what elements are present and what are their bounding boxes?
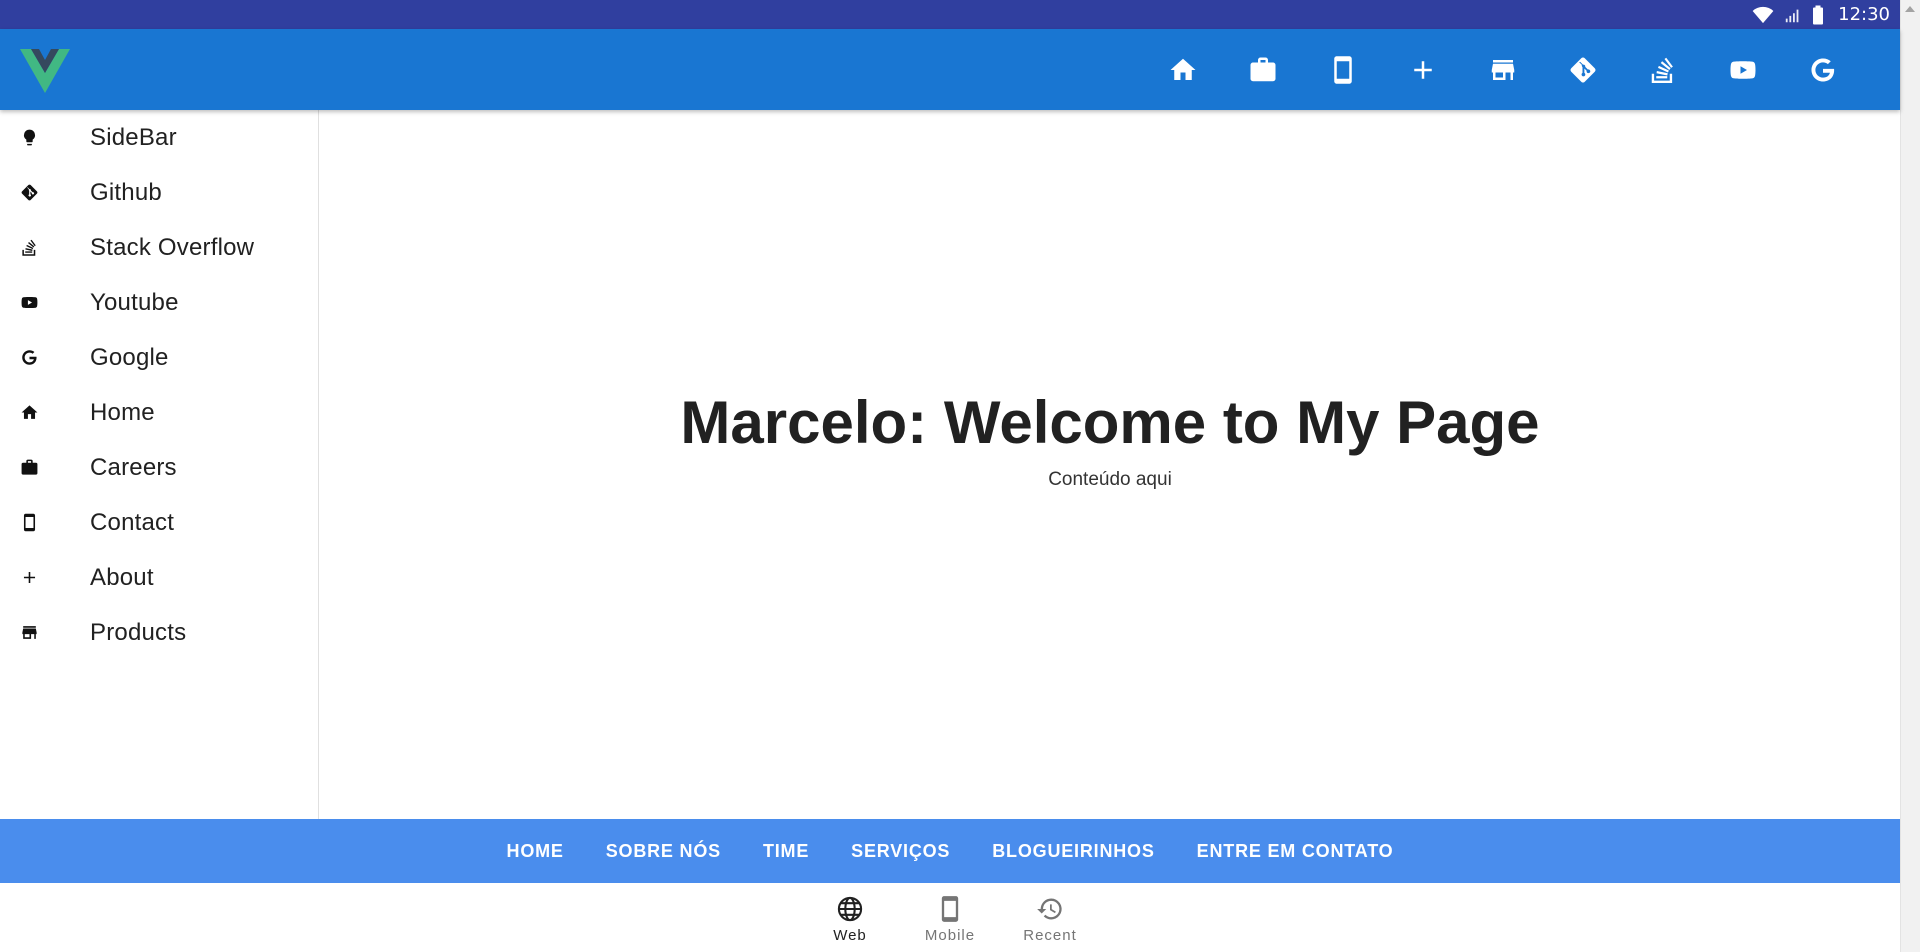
sidebar-item-label: Google	[90, 343, 169, 371]
plus-icon	[23, 571, 36, 584]
cellphone-icon	[941, 896, 959, 922]
app-bar	[0, 29, 1900, 110]
briefcase-icon	[21, 459, 38, 475]
app-bar-contact-button[interactable]	[1303, 40, 1383, 100]
sidebar-item-label: Products	[90, 618, 187, 646]
stack-overflow-icon	[1651, 57, 1673, 83]
sidebar-item-label: Careers	[90, 453, 177, 481]
history-icon	[1037, 898, 1062, 920]
app-bar-careers-button[interactable]	[1223, 40, 1303, 100]
bottom-nav-mobile[interactable]: Mobile	[900, 883, 1000, 952]
sidebar-item-label: About	[90, 563, 154, 591]
bottom-nav-label: Recent	[1023, 927, 1077, 944]
bottom-nav-label: Mobile	[924, 927, 976, 944]
sidebar-item-careers[interactable]: Careers	[0, 440, 318, 495]
battery-icon	[1813, 5, 1824, 24]
app-bar-github-button[interactable]	[1543, 40, 1623, 100]
signal-icon	[1785, 9, 1799, 22]
youtube-icon	[21, 296, 38, 309]
youtube-icon	[1730, 60, 1756, 79]
vue-logo[interactable]	[20, 49, 70, 93]
sidebar-item-label: Contact	[90, 508, 175, 536]
footer-link-home[interactable]: HOME	[486, 841, 585, 862]
footer-link-blogueirinhos[interactable]: BLOGUEIRINHOS	[971, 841, 1175, 862]
store-icon	[22, 626, 37, 639]
app-bar-google-button[interactable]	[1783, 40, 1863, 100]
app-bar-actions	[1143, 29, 1863, 110]
git-icon	[1570, 57, 1596, 82]
sidebar-item-label: Home	[90, 398, 155, 426]
footer-link-time[interactable]: TIME	[742, 841, 830, 862]
cellphone-icon	[23, 513, 36, 532]
sidebar-item-about[interactable]: About	[0, 550, 318, 605]
sidebar-item-contact[interactable]: Contact	[0, 495, 318, 550]
google-icon	[22, 350, 37, 365]
app-bar-products-button[interactable]	[1463, 40, 1543, 100]
plus-icon	[1414, 60, 1432, 79]
lightbulb-icon	[24, 129, 35, 146]
home-icon	[1170, 58, 1196, 80]
bottom-nav-label: Web	[833, 927, 867, 944]
sidebar-item-google[interactable]: Google	[0, 330, 318, 385]
clock: 12:30	[1838, 4, 1890, 25]
app-bar-stack-overflow-button[interactable]	[1623, 40, 1703, 100]
bottom-navigation: Web Mobile Recent	[0, 883, 1900, 952]
cellphone-icon	[1334, 55, 1352, 84]
sidebar-item-products[interactable]: Products	[0, 605, 318, 660]
home-icon	[21, 405, 38, 419]
status-bar: 12:30	[0, 0, 1900, 29]
briefcase-icon	[1250, 57, 1276, 81]
footer-link-servicos[interactable]: SERVIÇOS	[830, 841, 971, 862]
footer-link-entre-em-contato[interactable]: ENTRE EM CONTATO	[1176, 841, 1415, 862]
bottom-nav-recent[interactable]: Recent	[1000, 883, 1100, 952]
app-bar-about-button[interactable]	[1383, 40, 1463, 100]
sidebar-item-github[interactable]: Github	[0, 165, 318, 220]
scroll-up-arrow-icon[interactable]	[1905, 6, 1915, 12]
page-title: Marcelo: Welcome to My Page	[680, 389, 1540, 456]
app-bar-youtube-button[interactable]	[1703, 40, 1783, 100]
sidebar-item-label: Youtube	[90, 288, 179, 316]
sidebar-item-stack-overflow[interactable]: Stack Overflow	[0, 220, 318, 275]
sidebar-item-label: Stack Overflow	[90, 233, 255, 261]
sidebar-item-youtube[interactable]: Youtube	[0, 275, 318, 330]
app-bar-home-button[interactable]	[1143, 40, 1223, 100]
footer-nav: HOME SOBRE NÓS TIME SERVIÇOS BLOGUEIRINH…	[0, 819, 1900, 883]
globe-icon	[837, 896, 863, 922]
main-content: Marcelo: Welcome to My Page Conteúdo aqu…	[320, 110, 1900, 819]
bottom-nav-web[interactable]: Web	[800, 883, 900, 952]
sidebar-item-label: Github	[90, 178, 162, 206]
sidebar-item-home[interactable]: Home	[0, 385, 318, 440]
sidebar-item-label: SideBar	[90, 123, 177, 151]
wifi-icon	[1752, 6, 1774, 23]
sidebar: SideBar Github Stack Overflow Youtube Go…	[0, 110, 319, 819]
footer-link-sobre-nos[interactable]: SOBRE NÓS	[585, 841, 742, 862]
google-icon	[1811, 58, 1835, 81]
stack-overflow-icon	[22, 239, 36, 256]
store-icon	[1491, 59, 1515, 80]
git-icon	[21, 184, 38, 201]
page-scrollbar[interactable]	[1900, 0, 1920, 952]
page-subtitle: Conteúdo aqui	[1048, 469, 1172, 490]
sidebar-item-sidebar[interactable]: SideBar	[0, 110, 318, 165]
